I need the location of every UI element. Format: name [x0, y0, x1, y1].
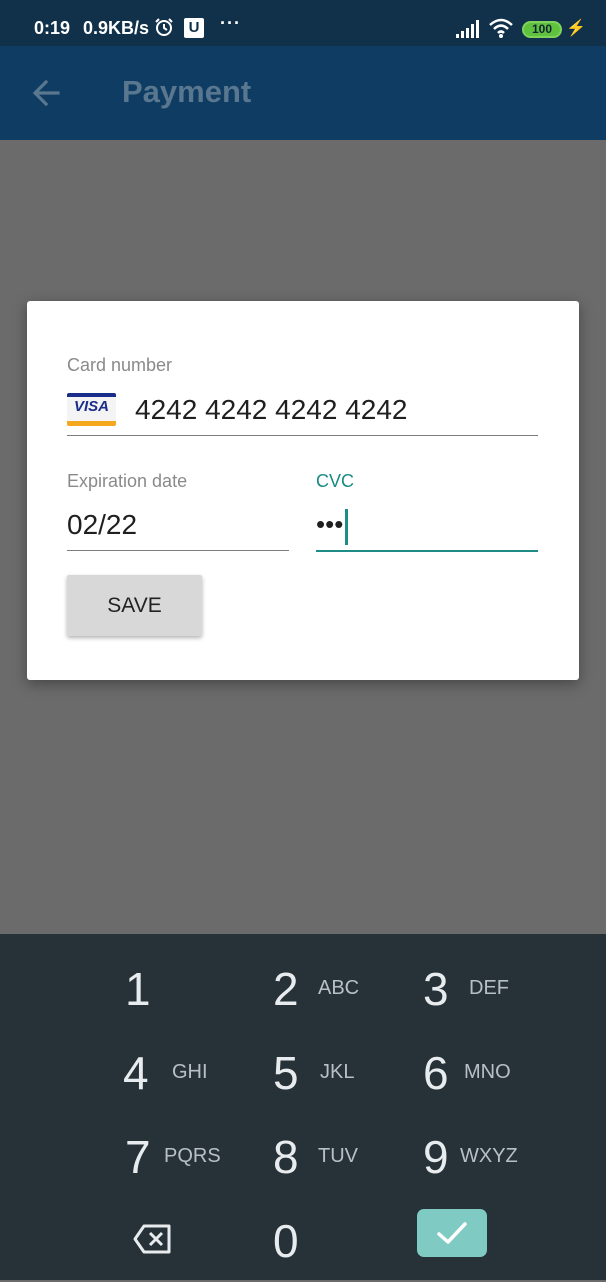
more-icon: ··· [220, 13, 241, 33]
key-1[interactable]: 1 [90, 950, 240, 1030]
key-6-digit: 6 [423, 1047, 449, 1099]
card-brand-text: VISA [73, 398, 109, 415]
status-bar: 0:19 0.9KB/s U ··· 100 ⚡ [0, 0, 606, 46]
wifi-icon [489, 18, 513, 38]
key-0[interactable]: 0 [240, 1202, 390, 1282]
alarm-icon [155, 18, 173, 36]
key-3-letters: DEF [469, 977, 509, 999]
expiration-date-underline [67, 550, 289, 551]
expiration-date-field[interactable]: 02/22 [67, 509, 137, 541]
key-7-letters: PQRS [164, 1145, 221, 1167]
cvc-underline [316, 550, 538, 552]
signal-icon [456, 20, 479, 38]
key-3-digit: 3 [423, 963, 449, 1015]
status-time: 0:19 [34, 18, 71, 38]
arrow-left-icon[interactable] [24, 70, 70, 116]
done-button[interactable] [417, 1209, 487, 1257]
key-9-letters: WXYZ [460, 1145, 518, 1167]
key-8-letters: TUV [318, 1145, 358, 1167]
visa-card-icon: VISA [67, 393, 116, 426]
key-0-digit: 0 [273, 1215, 299, 1267]
key-2-digit: 2 [273, 963, 299, 1015]
u-icon: U [184, 18, 204, 38]
status-net-speed: 0.9KB/s [83, 18, 150, 38]
text-cursor [345, 509, 348, 545]
key-7[interactable]: 7 PQRS [90, 1118, 240, 1198]
card-number-underline [67, 435, 538, 436]
payment-dialog: Card number VISA 4242 4242 4242 4242 Exp… [27, 301, 579, 680]
key-4-letters: GHI [172, 1061, 208, 1083]
app-bar: Payment [0, 46, 606, 140]
key-4[interactable]: 4 GHI [90, 1034, 240, 1114]
key-8[interactable]: 8 TUV [240, 1118, 390, 1198]
card-number-field[interactable]: 4242 4242 4242 4242 [135, 394, 408, 426]
save-button[interactable]: SAVE [67, 575, 202, 636]
key-8-digit: 8 [273, 1131, 299, 1183]
cvc-label: CVC [316, 471, 355, 491]
key-5-digit: 5 [273, 1047, 299, 1099]
cvc-field[interactable]: ••• [316, 509, 343, 540]
key-6[interactable]: 6 MNO [390, 1034, 540, 1114]
key-5-letters: JKL [320, 1061, 355, 1083]
key-9[interactable]: 9 WXYZ [390, 1118, 540, 1198]
key-3[interactable]: 3 DEF [390, 950, 540, 1030]
card-number-label: Card number [67, 355, 173, 375]
key-1-digit: 1 [125, 963, 151, 1015]
key-2-letters: ABC [318, 977, 360, 999]
backspace-icon[interactable] [133, 1222, 173, 1256]
checkmark-icon [437, 1222, 467, 1244]
key-7-digit: 7 [125, 1131, 151, 1183]
key-4-digit: 4 [123, 1047, 149, 1099]
charging-icon: ⚡ [566, 20, 586, 37]
page-title: Payment [122, 74, 252, 109]
expiration-date-label: Expiration date [67, 471, 188, 491]
battery-icon: 100 [522, 21, 562, 38]
key-5[interactable]: 5 JKL [240, 1034, 390, 1114]
key-6-letters: MNO [464, 1061, 511, 1083]
key-2[interactable]: 2 ABC [240, 950, 390, 1030]
key-9-digit: 9 [423, 1131, 449, 1183]
